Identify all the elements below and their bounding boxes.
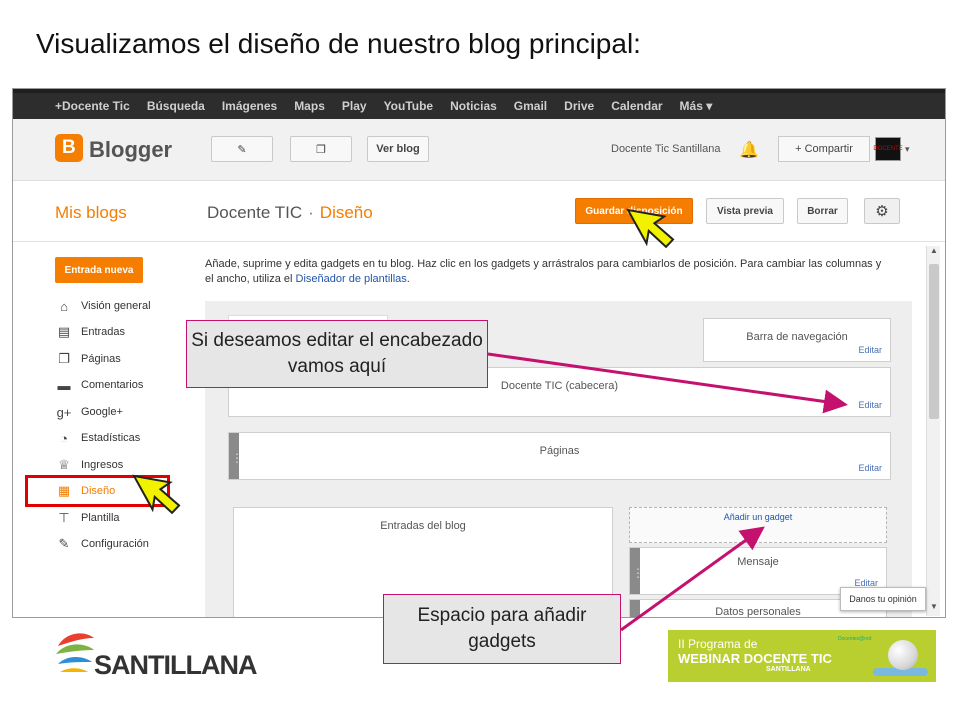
sidebar-item-earnings[interactable]: ♕ Ingresos xyxy=(55,454,123,476)
google-bar: +Docente Tic Búsqueda Imágenes Maps Play… xyxy=(13,89,945,119)
pages-icon: ❐ xyxy=(58,351,70,366)
sidebar-item-comments[interactable]: ▬ Comentarios xyxy=(55,374,144,396)
sidebar-item-label: Google+ xyxy=(81,406,123,418)
layout-description: Añade, suprime y edita gadgets en tu blo… xyxy=(205,257,885,287)
gbar-item-drive[interactable]: Drive xyxy=(564,99,594,113)
description-end: . xyxy=(406,273,410,285)
section-name: Diseño xyxy=(319,203,373,222)
widget-title: Mensaje xyxy=(737,556,779,568)
posts-list-button[interactable]: ❐ xyxy=(290,136,352,162)
pages-icon: ❐ xyxy=(316,143,326,156)
sidebar-item-settings[interactable]: ✎ Configuración xyxy=(55,533,149,555)
title-row: Mis blogs Docente TIC · Diseño Guardar dis… xyxy=(13,182,945,242)
clear-button[interactable]: Borrar xyxy=(797,198,848,224)
sidebar-item-overview[interactable]: ⌂ Visión general xyxy=(55,295,151,317)
breadcrumb: Docente TIC · Diseño xyxy=(207,203,373,223)
navbar-widget[interactable]: Barra de navegación Editar xyxy=(703,318,891,362)
googleplus-icon: g+ xyxy=(56,404,72,420)
add-gadget-link[interactable]: Añadir un gadget xyxy=(629,507,887,543)
sidebar-item-label: Entradas xyxy=(81,326,126,338)
gbar-item-search[interactable]: Búsqueda xyxy=(147,99,205,113)
edit-link[interactable]: Editar xyxy=(858,400,882,410)
santillana-brand: SANTILLANA xyxy=(94,650,257,680)
comments-icon: ▬ xyxy=(57,377,71,393)
sidebar-item-label: Ingresos xyxy=(81,459,124,471)
layout-highlight-box xyxy=(25,475,170,507)
sidebar-item-label: Comentarios xyxy=(81,379,144,391)
webinar-line1: II Programa de xyxy=(678,637,758,651)
home-icon: ⌂ xyxy=(60,298,68,314)
widget-title: Páginas xyxy=(539,445,580,457)
breadcrumb-separator: · xyxy=(308,203,314,222)
avatar[interactable]: DOCENTE xyxy=(873,137,903,161)
sidebar-item-pages[interactable]: ❐ Páginas xyxy=(55,348,121,370)
sidebar-item-stats[interactable]: ◔ Estadísticas xyxy=(55,427,140,449)
blogger-logo-icon[interactable] xyxy=(55,134,83,162)
sidebar-item-label: Estadísticas xyxy=(81,432,141,444)
header-hint-callout: Si deseamos editar el encabezado vamos a… xyxy=(186,320,488,388)
new-post-pencil-button[interactable]: ✎ xyxy=(211,136,273,162)
webinar-banner: II Programa de WEBINAR DOCENTE TIC SANTI… xyxy=(668,630,936,682)
gbar-item-gmail[interactable]: Gmail xyxy=(514,99,547,113)
webinar-line3: SANTILLANA xyxy=(766,666,811,673)
drag-handle[interactable] xyxy=(630,548,644,594)
user-name: Docente Tic Santillana xyxy=(611,143,721,155)
bell-icon[interactable]: 🔔 xyxy=(739,140,759,159)
save-layout-button[interactable]: Guardar disposición xyxy=(575,198,693,224)
gbar-item-images[interactable]: Imágenes xyxy=(222,99,277,113)
template-designer-link[interactable]: Diseñador de plantillas xyxy=(296,273,407,285)
gear-icon[interactable]: ⚙ xyxy=(864,198,900,224)
webinar-figure-icon xyxy=(888,640,918,670)
stats-icon: ◔ xyxy=(60,430,68,446)
edit-link[interactable]: Editar xyxy=(858,345,882,355)
vertical-scrollbar[interactable]: ▲ ▼ xyxy=(926,246,940,616)
template-icon: ⊤ xyxy=(58,510,70,525)
pencil-icon: ✎ xyxy=(237,143,247,156)
gbar-item-docente[interactable]: +Docente Tic xyxy=(55,99,130,113)
new-post-button[interactable]: Entrada nueva xyxy=(55,257,143,283)
edit-link[interactable]: Editar xyxy=(858,463,882,473)
sidebar-item-template[interactable]: ⊤ Plantilla xyxy=(55,507,120,529)
gbar-item-news[interactable]: Noticias xyxy=(450,99,497,113)
blogger-logo-text[interactable]: Blogger xyxy=(89,137,172,163)
gbar-item-youtube[interactable]: YouTube xyxy=(384,99,434,113)
posts-icon: ▤ xyxy=(57,324,71,339)
scroll-thumb[interactable] xyxy=(929,264,939,419)
scroll-down-icon[interactable]: ▼ xyxy=(927,602,941,616)
pages-widget[interactable]: Páginas Editar xyxy=(228,432,891,480)
sidebar-item-label: Visión general xyxy=(81,300,151,312)
feedback-button[interactable]: Danos tu opinión xyxy=(840,587,926,611)
webinar-line2: WEBINAR DOCENTE TIC xyxy=(678,651,832,666)
widget-title: Barra de navegación xyxy=(746,331,848,343)
view-blog-button[interactable]: Ver blog xyxy=(367,136,429,162)
sidebar-item-posts[interactable]: ▤ Entradas xyxy=(55,321,125,343)
trophy-icon: ♕ xyxy=(58,457,70,472)
blogger-header: Blogger ✎ ❐ Ver blog Docente Tic Santill… xyxy=(13,119,945,181)
gbar-item-play[interactable]: Play xyxy=(342,99,367,113)
chevron-down-icon[interactable]: ▾ xyxy=(905,144,910,155)
gbar-item-calendar[interactable]: Calendar xyxy=(611,99,662,113)
gbar-item-maps[interactable]: Maps xyxy=(294,99,325,113)
sidebar-item-label: Configuración xyxy=(81,538,149,550)
widget-title: Entradas del blog xyxy=(380,520,466,532)
gbar-item-more[interactable]: Más ▾ xyxy=(680,99,713,113)
gadgets-hint-callout: Espacio para añadir gadgets xyxy=(383,594,621,664)
my-blogs-link[interactable]: Mis blogs xyxy=(55,203,127,223)
wrench-icon: ✎ xyxy=(58,536,70,551)
webinar-small-text: Docentes@red xyxy=(838,636,872,642)
blog-name: Docente TIC xyxy=(207,203,303,222)
sidebar-item-label: Páginas xyxy=(81,353,121,365)
preview-button[interactable]: Vista previa xyxy=(706,198,784,224)
share-button[interactable]: + Compartir xyxy=(778,136,870,162)
sidebar-item-label: Plantilla xyxy=(81,512,120,524)
slide-title: Visualizamos el diseño de nuestro blog p… xyxy=(36,28,641,59)
sidebar-item-googleplus[interactable]: g+ Google+ xyxy=(55,401,123,423)
scroll-up-icon[interactable]: ▲ xyxy=(927,246,941,260)
